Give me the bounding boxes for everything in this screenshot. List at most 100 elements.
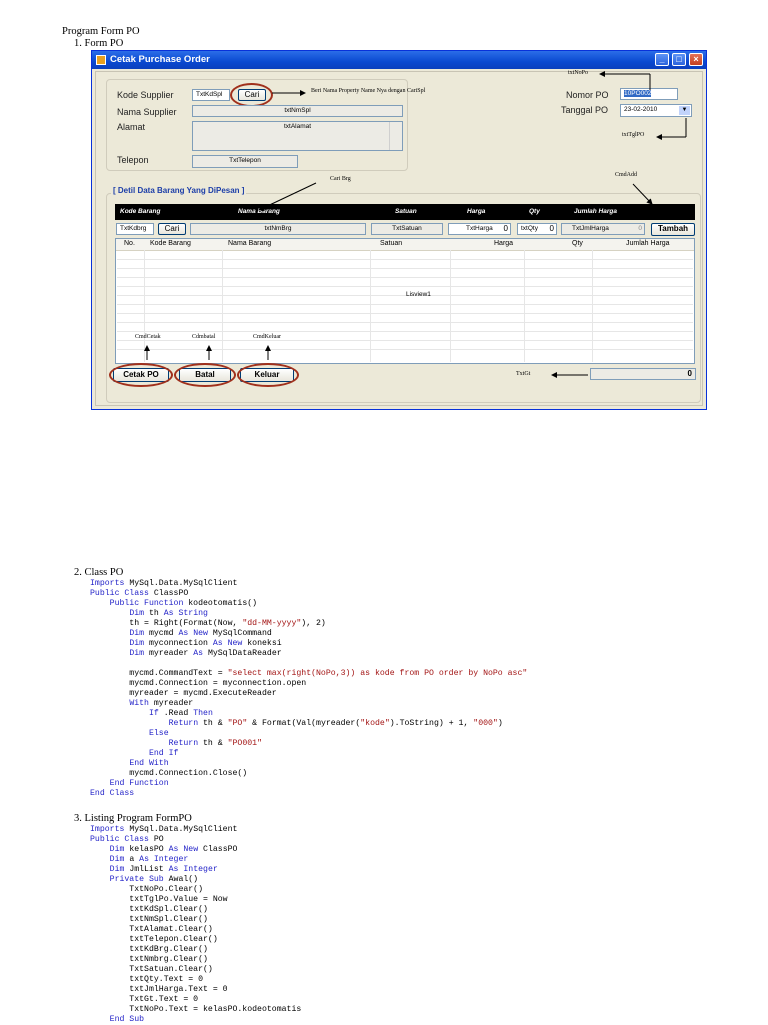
code-token: ClassPO: [198, 845, 238, 854]
code-token: Then: [193, 709, 213, 718]
code-line: Public Class ClassPO: [90, 589, 527, 599]
code-line: End If: [90, 749, 527, 759]
code-line: mycmd.Connection.Close(): [90, 769, 527, 779]
code-line: TxtNoPo.Clear(): [90, 885, 301, 895]
code-token: Imports: [90, 825, 125, 834]
code-token: End Function: [109, 779, 169, 788]
code-token: koneksi: [242, 639, 282, 648]
code-token: Awal(): [163, 875, 199, 884]
code-token: Private Sub: [109, 875, 164, 884]
code-line: mycmd.CommandText = "select max(right(No…: [90, 669, 527, 679]
code-token: mycmd: [144, 629, 179, 638]
code-token: ), 2): [301, 619, 326, 628]
code-line: Dim myconnection As New koneksi: [90, 639, 527, 649]
code-token: "kode": [360, 719, 390, 728]
code-token: As String: [163, 609, 208, 618]
code-line: Return th & "PO" & Format(Val(myreader("…: [90, 719, 527, 729]
code-token: mycmd.Connection = myconnection.open: [90, 679, 307, 688]
note-cari-brg: Cari Brg: [330, 176, 351, 182]
note-property-name: Beri Nama Property Name Nya dengan CariS…: [311, 88, 426, 94]
code-token: ).ToString) + 1,: [389, 719, 474, 728]
form-po-code: Imports MySql.Data.MySqlClient Public Cla…: [90, 825, 301, 1025]
code-token: As New: [168, 845, 199, 854]
code-line: txtKdBrg.Clear(): [90, 945, 301, 955]
code-token: MySqlCommand: [207, 629, 272, 638]
code-token: Else: [148, 729, 169, 738]
code-line: Dim th As String: [90, 609, 527, 619]
code-token: ClassPO: [148, 589, 189, 598]
code-token: Return: [168, 739, 199, 748]
code-line: txtNmSpl.Clear(): [90, 915, 301, 925]
code-line: End Function: [90, 779, 527, 789]
code-line: Dim kelasPO As New ClassPO: [90, 845, 301, 855]
code-line: Dim mycmd As New MySqlCommand: [90, 629, 527, 639]
code-token: txtNmbrg.Clear(): [90, 955, 208, 964]
code-token: txtJmlHarga.Text = 0: [90, 985, 228, 994]
code-token: "PO": [227, 719, 248, 728]
note-txtnopo: txtNoPo: [568, 70, 589, 76]
code-line: txtQty.Text = 0: [90, 975, 301, 985]
code-token: .Read: [158, 709, 194, 718]
annotation-arrows: [144, 71, 687, 378]
code-line: myreader = mycmd.ExecuteReader: [90, 689, 527, 699]
code-line: Dim myreader As MySqlDataReader: [90, 649, 527, 659]
code-token: "select max(right(NoPo,3)) as kode from …: [227, 669, 528, 678]
code-line: txtTglPo.Value = Now: [90, 895, 301, 905]
code-token: Dim: [109, 855, 125, 864]
code-token: End Sub: [109, 1015, 145, 1024]
code-token: MySql.Data.MySqlClient: [124, 825, 238, 834]
code-token: MySql.Data.MySqlClient: [124, 579, 238, 588]
code-token: th &: [198, 719, 228, 728]
code-token: Dim: [109, 865, 125, 874]
code-token: & Format(Val(myreader(: [247, 719, 361, 728]
code-line: th = Right(Format(Now, "dd-MM-yyyy"), 2): [90, 619, 527, 629]
code-token: Dim: [109, 845, 125, 854]
code-token: "dd-MM-yyyy": [242, 619, 302, 628]
note-txtgt: TxtGt: [516, 371, 531, 377]
code-token: TxtAlamat.Clear(): [90, 925, 213, 934]
code-token: As New: [178, 629, 208, 638]
note-cmdcetak: CmdCetak: [135, 334, 161, 340]
code-token: Public Class: [90, 835, 149, 844]
code-token: ): [497, 719, 503, 728]
code-token: TxtNoPo.Clear(): [90, 885, 204, 894]
code-token: "000": [473, 719, 498, 728]
code-line: Public Function kodeotomatis(): [90, 599, 527, 609]
code-token: TxtSatuan.Clear(): [90, 965, 213, 974]
code-line: With myreader: [90, 699, 527, 709]
code-token: txtQty.Text = 0: [90, 975, 204, 984]
code-line: TxtNoPo.Text = kelasPO.kodeotomatis: [90, 1005, 301, 1015]
code-token: If: [148, 709, 159, 718]
code-token: PO: [148, 835, 164, 844]
code-line: End Class: [90, 789, 527, 799]
code-token: myreader = mycmd.ExecuteReader: [90, 689, 277, 698]
code-line: Return th & "PO001": [90, 739, 527, 749]
code-token: txtTelepon.Clear(): [90, 935, 218, 944]
code-line: End With: [90, 759, 527, 769]
code-token: Dim: [129, 629, 145, 638]
code-token: TxtNoPo.Text = kelasPO.kodeotomatis: [90, 1005, 302, 1014]
code-line: Imports MySql.Data.MySqlClient: [90, 825, 301, 835]
code-token: End With: [129, 759, 169, 768]
code-token: Public Class: [90, 589, 149, 598]
code-token: End If: [148, 749, 179, 758]
code-token: mycmd.CommandText =: [90, 669, 228, 678]
code-token: txtNmSpl.Clear(): [90, 915, 208, 924]
code-token: TxtGt.Text = 0: [90, 995, 199, 1004]
code-line: TxtGt.Text = 0: [90, 995, 301, 1005]
code-token: As Integer: [139, 855, 189, 864]
code-line: TxtSatuan.Clear(): [90, 965, 301, 975]
code-token: txtKdBrg.Clear(): [90, 945, 208, 954]
code-token: As New: [212, 639, 243, 648]
